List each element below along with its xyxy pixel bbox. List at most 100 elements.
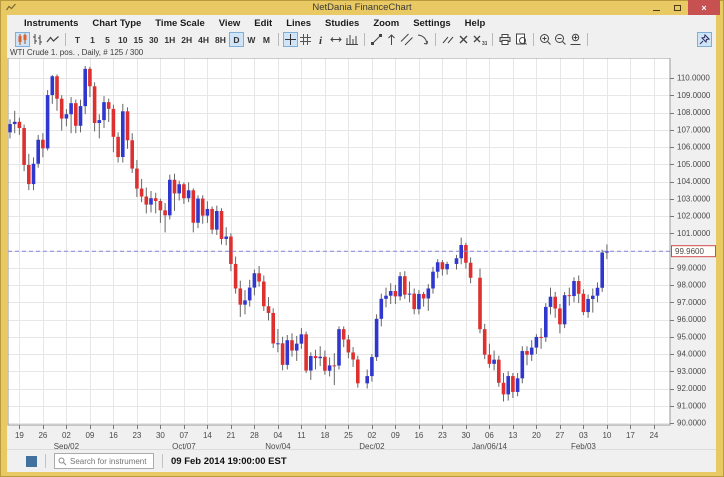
search-input[interactable] [70, 457, 150, 466]
timescale-8H[interactable]: 8H [212, 32, 229, 47]
zoom-series-button[interactable] [344, 32, 360, 47]
timescale-30[interactable]: 30 [146, 32, 161, 47]
menu-time-scale[interactable]: Time Scale [148, 18, 211, 29]
candle-body [140, 189, 144, 197]
y-tick-label: 108.0000 [677, 108, 711, 117]
menu-instruments[interactable]: Instruments [17, 18, 85, 29]
print-button[interactable] [497, 32, 513, 47]
x-day-label: 09 [391, 431, 400, 440]
candle-body [309, 356, 313, 370]
parallel-channel-button[interactable] [399, 32, 415, 47]
menu-lines[interactable]: Lines [279, 18, 318, 29]
y-tick-label: 97.0000 [677, 298, 706, 307]
angle-lines-button[interactable] [440, 32, 456, 47]
candle-body [192, 190, 196, 222]
zoom-reset-button[interactable] [568, 32, 583, 47]
instrument-search-box[interactable] [54, 453, 154, 469]
candle-body [8, 124, 12, 132]
x-day-label: 25 [344, 431, 353, 440]
close-button[interactable]: × [688, 0, 720, 15]
timescale-10[interactable]: 10 [115, 32, 130, 47]
candle-body [539, 337, 543, 338]
timescale-4H[interactable]: 4H [195, 32, 212, 47]
grid-button[interactable] [298, 32, 313, 47]
candle-body [384, 296, 388, 299]
candle-body [79, 106, 83, 126]
trend-line-button[interactable] [369, 32, 384, 47]
timescale-1[interactable]: 1 [85, 32, 100, 47]
candle-body [441, 262, 445, 269]
menu-zoom[interactable]: Zoom [366, 18, 406, 29]
candle-body [210, 209, 214, 230]
timescale-5[interactable]: 5 [100, 32, 115, 47]
candle-body [187, 190, 191, 198]
menu-bar: Instruments Chart Type Time Scale View E… [7, 15, 716, 31]
menu-settings[interactable]: Settings [406, 18, 457, 29]
candle-body [234, 264, 238, 288]
info-button[interactable]: i [313, 32, 328, 47]
delete-all-lines-button[interactable]: 31 [471, 32, 488, 47]
candle-body [318, 357, 322, 358]
line-chart-button[interactable] [45, 32, 61, 47]
candle-body [112, 109, 116, 137]
candle-body [408, 294, 412, 295]
candle-body [549, 297, 553, 307]
status-bar: 09 Feb 2014 19:00:00 EST [7, 449, 716, 472]
timescale-2H[interactable]: 2H [178, 32, 195, 47]
candle-body [88, 69, 92, 86]
candle-body [535, 337, 539, 348]
scroll-horizontal-button[interactable] [328, 32, 344, 47]
timescale-1H[interactable]: 1H [161, 32, 178, 47]
timescale-D[interactable]: D [229, 32, 244, 47]
candle-body [304, 334, 308, 370]
candle-body [398, 276, 402, 296]
x-day-label: 24 [649, 431, 658, 440]
fibonacci-button[interactable] [415, 32, 431, 47]
y-tick-label: 92.0000 [677, 384, 706, 393]
svg-text:i: i [319, 35, 323, 46]
timescale-T[interactable]: T [70, 32, 85, 47]
print-preview-button[interactable] [513, 32, 529, 47]
zoom-out-button[interactable] [553, 32, 568, 47]
status-separator [45, 454, 46, 468]
candle-body [525, 351, 529, 355]
ohlc-bars-button[interactable] [30, 32, 45, 47]
zoom-in-button[interactable] [538, 32, 553, 47]
candle-body [163, 210, 167, 215]
candle-body [445, 264, 449, 269]
candle-body [168, 180, 172, 216]
menu-help[interactable]: Help [458, 18, 493, 29]
toolbar-separator [364, 33, 365, 46]
toolbar: T151015301H2H4H8HDWM i [7, 31, 716, 48]
pin-toolbar-button[interactable] [697, 32, 712, 47]
candle-body [220, 211, 224, 239]
candle-body [417, 294, 421, 309]
menu-view[interactable]: View [212, 18, 247, 29]
minimize-icon [653, 10, 660, 11]
delete-line-button[interactable] [456, 32, 471, 47]
candle-body [563, 295, 567, 324]
candle-body [436, 262, 440, 271]
timescale-W[interactable]: W [244, 32, 259, 47]
candle-body [464, 245, 468, 263]
minimize-button[interactable] [646, 0, 667, 15]
y-tick-label: 107.0000 [677, 125, 711, 134]
maximize-button[interactable] [667, 0, 688, 15]
price-chart[interactable]: 110.0000109.0000108.0000107.0000106.0000… [7, 58, 716, 450]
timescale-15[interactable]: 15 [130, 32, 145, 47]
x-day-label: 30 [461, 431, 470, 440]
timescale-M[interactable]: M [259, 32, 274, 47]
candlestick-chart-button[interactable] [15, 32, 30, 47]
x-day-label: 10 [602, 431, 611, 440]
x-day-label: 02 [62, 431, 71, 440]
menu-chart-type[interactable]: Chart Type [85, 18, 148, 29]
candle-body [497, 360, 501, 383]
y-tick-label: 95.0000 [677, 332, 706, 341]
x-day-label: 07 [179, 431, 188, 440]
vertical-arrow-button[interactable] [384, 32, 399, 47]
candle-body [333, 365, 337, 366]
title-bar[interactable]: NetDania FinanceChart × [0, 0, 724, 15]
menu-studies[interactable]: Studies [318, 18, 366, 29]
menu-edit[interactable]: Edit [247, 18, 279, 29]
crosshair-button[interactable] [283, 32, 298, 47]
